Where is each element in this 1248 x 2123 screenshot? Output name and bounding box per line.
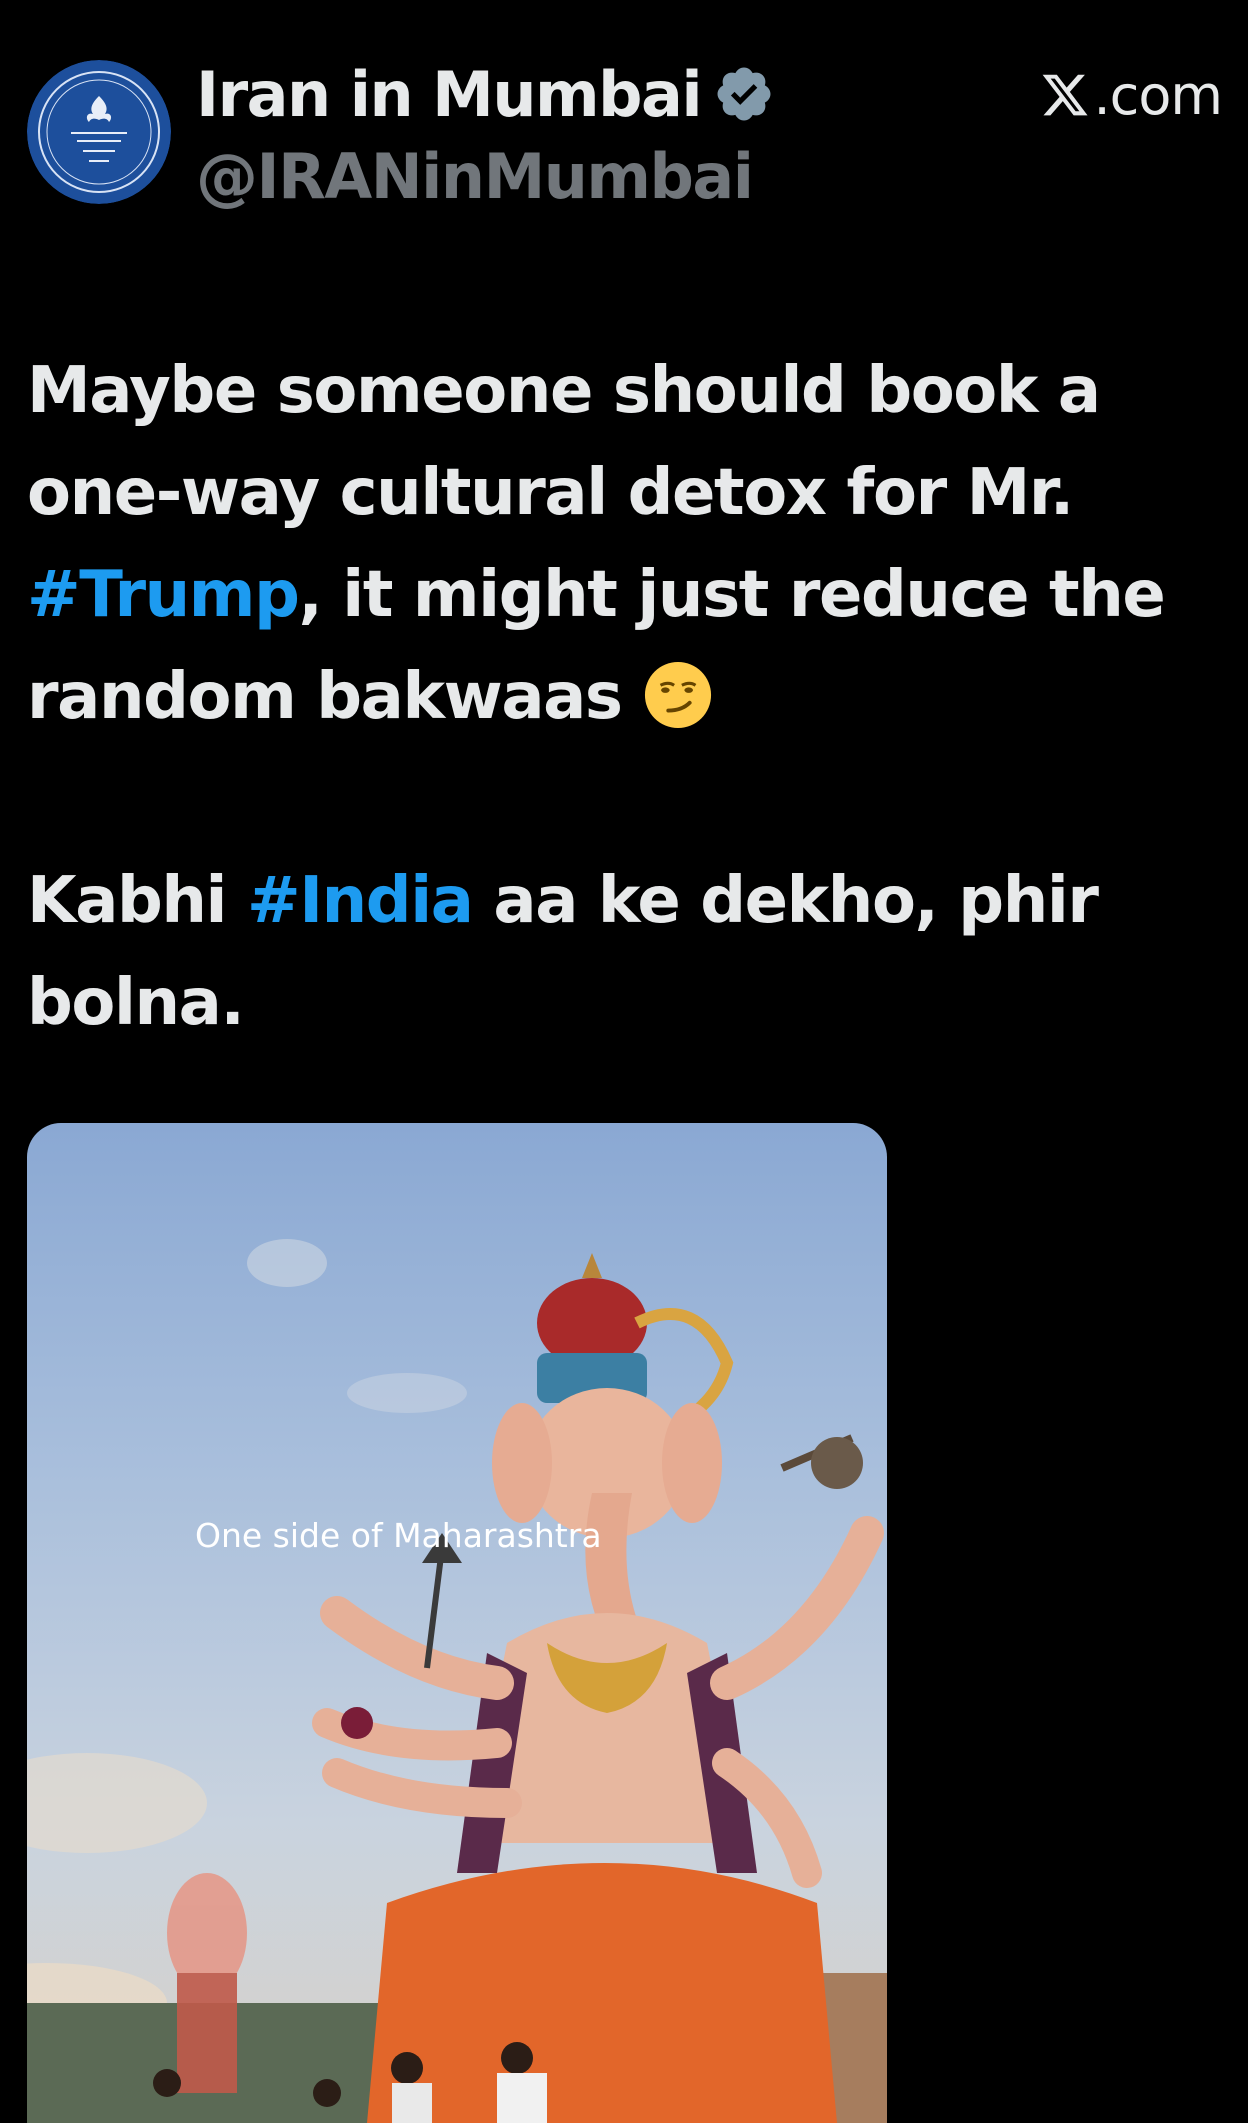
tweet-text: Maybe someone should book a one-way cult…: [27, 340, 1227, 1054]
tweet-text-segment: Maybe someone should book a one-way cult…: [27, 354, 1101, 530]
avatar[interactable]: [27, 60, 171, 204]
tweet-paragraph-1: Maybe someone should book a one-way cult…: [27, 340, 1227, 748]
display-name-row: Iran in Mumbai: [196, 54, 775, 134]
video-caption: One side of Maharashtra: [195, 1516, 602, 1555]
tweet-paragraph-2: Kabhi #India aa ke dekho, phir bolna.: [27, 850, 1227, 1054]
site-brand: .com: [1040, 58, 1223, 132]
verified-badge-icon: [717, 67, 771, 121]
tweet-header: Iran in Mumbai @IRANinMumbai .com: [0, 0, 1248, 230]
smirking-face-emoji-icon: [644, 661, 711, 729]
tweet-video-media[interactable]: [27, 1123, 887, 2123]
account-handle[interactable]: @IRANinMumbai: [196, 140, 754, 213]
brand-text: .com: [1093, 63, 1223, 127]
small-idol: [167, 1873, 247, 2093]
hashtag-india-link[interactable]: #India: [247, 864, 474, 938]
display-name[interactable]: Iran in Mumbai: [196, 58, 703, 131]
x-logo-icon: [1042, 74, 1088, 116]
ganesh-idol-video-frame: [27, 1239, 887, 2123]
consulate-seal-icon: [27, 60, 171, 204]
idol-body: [367, 1613, 837, 2123]
hashtag-trump-link[interactable]: #Trump: [27, 558, 300, 632]
tweet-text-segment: Kabhi: [27, 864, 247, 938]
